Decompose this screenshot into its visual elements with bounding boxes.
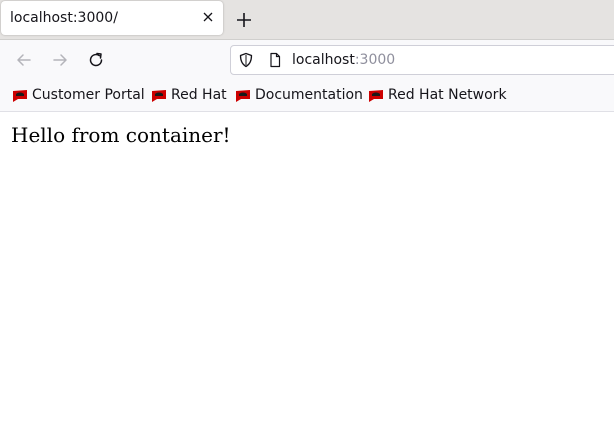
tracking-protection-shield-icon[interactable] xyxy=(238,52,254,68)
forward-icon[interactable] xyxy=(50,50,70,70)
bookmark-label: Red Hat Network xyxy=(388,87,507,103)
redhat-icon xyxy=(236,90,250,102)
url-host: localhost xyxy=(292,52,355,68)
bookmark-label: Documentation xyxy=(255,87,363,103)
bookmark-label: Customer Portal xyxy=(32,87,145,103)
close-tab-icon[interactable] xyxy=(200,9,216,25)
page-info-icon[interactable] xyxy=(267,52,283,68)
navigation-toolbar: localhost:3000 xyxy=(0,40,614,81)
reload-icon[interactable] xyxy=(86,50,106,70)
new-tab-icon[interactable] xyxy=(233,9,255,31)
tab-bar: localhost:3000/ xyxy=(0,0,614,40)
page-text: Hello from container! xyxy=(11,123,231,147)
page-content: Hello from container! xyxy=(0,112,614,427)
bookmark-label: Red Hat xyxy=(171,87,227,103)
redhat-icon xyxy=(13,90,27,102)
redhat-icon xyxy=(152,90,166,102)
url-bar[interactable]: localhost:3000 xyxy=(230,45,614,75)
active-tab[interactable]: localhost:3000/ xyxy=(1,1,223,35)
back-icon[interactable] xyxy=(14,50,34,70)
redhat-icon xyxy=(369,90,383,102)
url-text[interactable]: localhost:3000 xyxy=(292,52,395,68)
bookmarks-toolbar: Customer Portal Red Hat Documentation Re… xyxy=(0,81,614,112)
url-port: :3000 xyxy=(354,52,396,68)
tab-title: localhost:3000/ xyxy=(10,10,118,26)
